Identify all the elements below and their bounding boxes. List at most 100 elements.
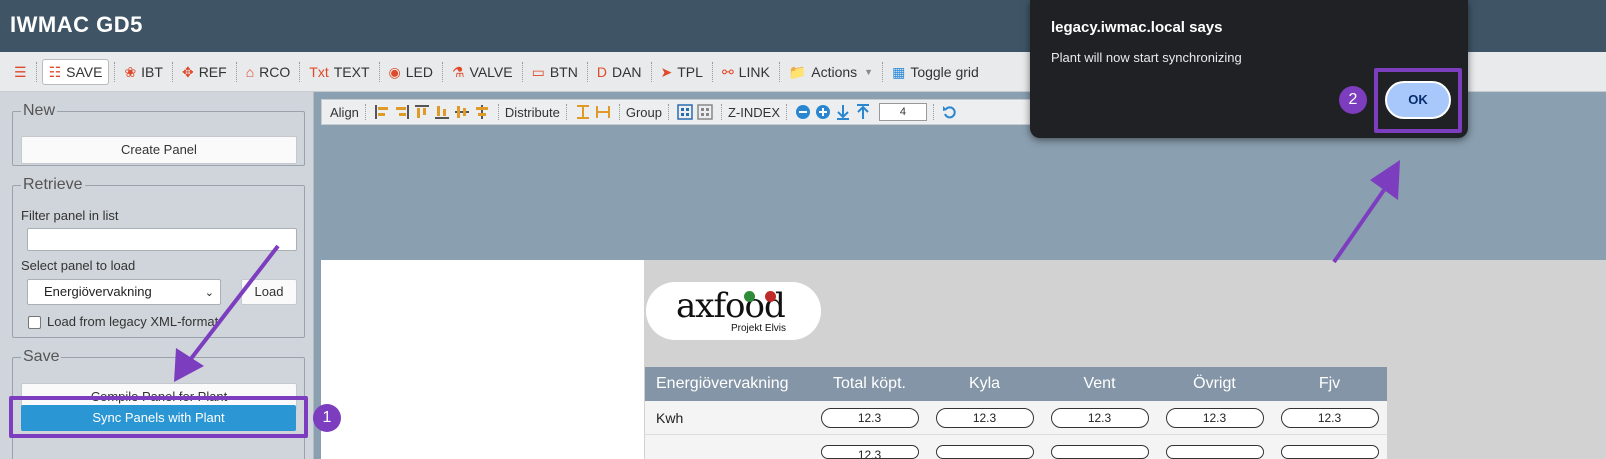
align-separator	[932, 104, 934, 120]
align-right-icon[interactable]	[394, 104, 410, 120]
dan-icon: D	[596, 63, 607, 80]
link-tool[interactable]: ⚯ LINK	[714, 59, 778, 85]
ibt-tool[interactable]: ❀ IBT	[116, 59, 171, 85]
send-to-back-icon[interactable]	[835, 104, 851, 120]
ibt-label: IBT	[141, 63, 163, 80]
value-field[interactable]: 12.3	[935, 407, 1034, 428]
align-middle-icon[interactable]	[454, 104, 470, 120]
value-field[interactable]: 12.3	[1280, 407, 1379, 428]
row-label: Kwh	[656, 409, 684, 426]
toolbar-separator	[171, 61, 173, 82]
actions-menu[interactable]: 📁 Actions ▼	[781, 59, 881, 85]
value-field[interactable]	[1165, 445, 1264, 459]
distribute-vertical-icon[interactable]	[575, 104, 591, 120]
value-field[interactable]: 12.3	[1050, 407, 1149, 428]
logo-red-dot	[765, 291, 776, 302]
align-top-icon[interactable]	[414, 104, 430, 120]
distribute-label: Distribute	[504, 104, 560, 120]
menu-icon[interactable]: ☰	[6, 59, 35, 85]
legacy-xml-label: Load from legacy XML-format	[47, 314, 219, 329]
ungroup-icon[interactable]	[697, 104, 713, 120]
filter-panel-input[interactable]	[27, 228, 297, 251]
create-panel-button[interactable]: Create Panel	[21, 136, 297, 164]
btn-label: BTN	[549, 63, 578, 80]
zindex-value-input[interactable]: 4	[878, 103, 927, 121]
table-header-cell: Total köpt.	[833, 375, 906, 392]
dialog-message: Plant will now start synchronizing	[1051, 50, 1242, 65]
value-field[interactable]: 12.3	[820, 407, 919, 428]
ref-label: REF	[198, 63, 227, 80]
building-icon: ⌂	[245, 63, 255, 80]
table-row: 12.3	[645, 435, 1387, 459]
undo-icon[interactable]	[942, 104, 958, 120]
link-nodes-icon: ⚯	[721, 63, 734, 80]
new-section: New Create Panel	[12, 102, 305, 166]
logo-subtitle: Projekt Elvis	[731, 323, 787, 334]
table-cell: 12.3	[1042, 407, 1157, 428]
chevron-down-icon: ▼	[864, 66, 874, 77]
step1-badge: 1	[313, 404, 341, 432]
align-separator	[497, 104, 499, 120]
step2-highlight	[1374, 68, 1462, 133]
logo-green-dot	[744, 291, 755, 302]
value-field[interactable]	[1280, 445, 1379, 459]
table-header-cell: Fjv	[1318, 375, 1341, 392]
toggle-grid-button[interactable]: ▦ Toggle grid	[884, 59, 987, 85]
chevron-down-icon: ⌄	[204, 287, 214, 299]
table-cell: 12.3	[1272, 407, 1387, 428]
distribute-horizontal-icon[interactable]	[595, 104, 611, 120]
energy-table: Energiövervakning Total köpt. Kyla Vent …	[645, 367, 1387, 459]
bring-to-front-icon[interactable]	[855, 104, 871, 120]
select-panel-label: Select panel to load	[21, 258, 136, 273]
dan-label: DAN	[611, 63, 642, 80]
toolbar-separator	[586, 61, 588, 82]
value-field[interactable]	[1050, 445, 1149, 459]
toolbar-separator	[650, 61, 652, 82]
button-shape-icon: ▭	[531, 63, 545, 80]
value-field[interactable]: 12.3	[1165, 407, 1264, 428]
value-field[interactable]: 12.3	[820, 445, 919, 459]
table-cell: 12.3	[812, 407, 927, 428]
filter-label: Filter panel in list	[21, 208, 119, 223]
move-icon: ✥	[181, 63, 194, 80]
table-cell: 12.3	[812, 435, 927, 459]
table-cell	[1042, 435, 1157, 459]
toolbar-separator	[378, 61, 380, 82]
folder-icon: 📁	[788, 63, 807, 80]
value-field[interactable]	[935, 445, 1034, 459]
align-separator	[720, 104, 722, 120]
toolbar-separator	[114, 61, 116, 82]
zindex-plus-icon[interactable]	[815, 104, 831, 120]
group-icon[interactable]	[677, 104, 693, 120]
toolbar-separator	[882, 61, 884, 82]
align-separator	[364, 104, 366, 120]
align-separator	[565, 104, 567, 120]
legacy-xml-checkbox[interactable]	[28, 316, 41, 329]
dialog-title: legacy.iwmac.local says	[1051, 19, 1223, 36]
tpl-tool[interactable]: ➤ TPL	[653, 59, 711, 85]
rco-label: RCO	[259, 63, 291, 80]
load-button[interactable]: Load	[241, 279, 297, 305]
step1-highlight	[9, 396, 308, 438]
align-bottom-icon[interactable]	[434, 104, 450, 120]
btn-tool[interactable]: ▭ BTN	[524, 59, 586, 85]
led-circle-icon: ◉	[388, 63, 401, 80]
panel-select[interactable]: Energiövervakning ⌄	[27, 279, 221, 305]
valve-icon: ⚗	[451, 63, 465, 80]
table-header-cell: Energiövervakning	[656, 375, 789, 392]
rco-tool[interactable]: ⌂ RCO	[238, 59, 299, 85]
align-center-icon[interactable]	[474, 104, 490, 120]
retrieve-legend: Retrieve	[23, 176, 83, 193]
dan-tool[interactable]: D DAN	[589, 59, 650, 85]
zindex-minus-icon[interactable]	[795, 104, 811, 120]
new-legend: New	[23, 102, 56, 119]
table-cell: 12.3	[927, 407, 1042, 428]
ref-tool[interactable]: ✥ REF	[174, 59, 235, 85]
canvas-white-region	[321, 260, 644, 459]
text-tool[interactable]: Txt TEXT	[301, 59, 377, 85]
align-left-icon[interactable]	[374, 104, 390, 120]
valve-tool[interactable]: ⚗ VALVE	[444, 59, 521, 85]
toolbar-separator	[711, 61, 713, 82]
led-tool[interactable]: ◉ LED	[381, 59, 441, 85]
save-button[interactable]: ☷ SAVE	[41, 58, 110, 85]
